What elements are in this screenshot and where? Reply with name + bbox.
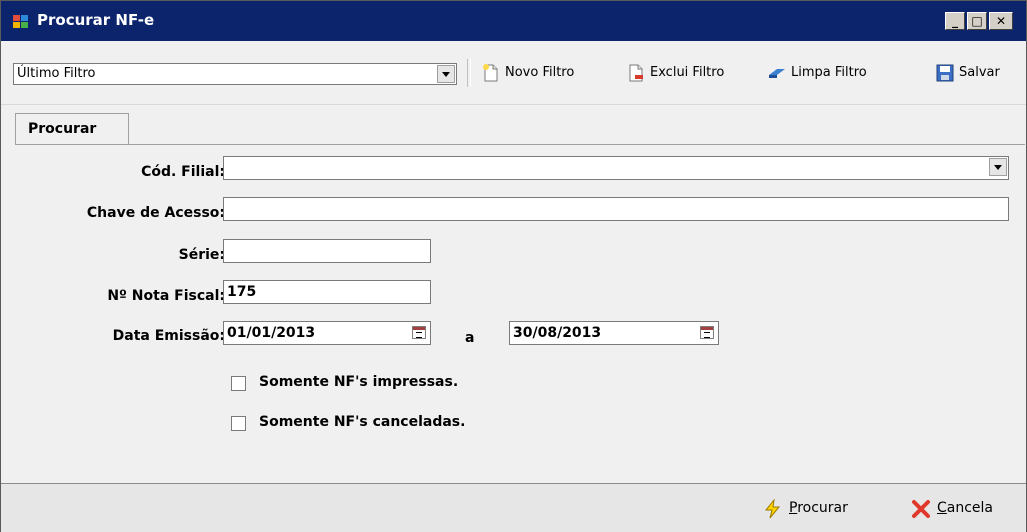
- serie-label: Série:: [178, 247, 225, 263]
- somente-canceladas-label[interactable]: Somente NF's canceladas.: [259, 414, 465, 430]
- somente-impressas-checkbox[interactable]: [231, 376, 246, 391]
- chave-acesso-label: Chave de Acesso:: [86, 205, 225, 221]
- procurar-button[interactable]: Procurar: [763, 498, 863, 520]
- nota-fiscal-input[interactable]: 175: [223, 280, 431, 304]
- dialog-window: Procurar NF-e _ □ ✕ Último Filtro Novo F…: [0, 0, 1027, 532]
- salvar-label: Salvar: [959, 65, 1000, 80]
- data-fim-input[interactable]: 30/08/2013: [509, 321, 719, 345]
- cancela-button[interactable]: Cancela: [911, 498, 1011, 520]
- chave-acesso-input[interactable]: [223, 197, 1009, 221]
- salvar-button[interactable]: Salvar: [935, 63, 1023, 83]
- novo-filtro-button[interactable]: Novo Filtro: [481, 63, 601, 83]
- cod-filial-select[interactable]: [223, 156, 1009, 180]
- new-document-icon: [483, 64, 498, 82]
- tab-procurar-label: Procurar: [28, 121, 97, 137]
- nota-fiscal-label: Nº Nota Fiscal:: [107, 288, 225, 304]
- tab-procurar[interactable]: Procurar: [15, 113, 129, 145]
- data-inicio-input[interactable]: 01/01/2013: [223, 321, 431, 345]
- minimize-button[interactable]: _: [945, 12, 965, 30]
- tab-strip: Procurar: [1, 105, 1026, 145]
- eraser-icon: [769, 69, 785, 78]
- cancel-x-icon: [912, 500, 930, 518]
- somente-impressas-label[interactable]: Somente NF's impressas.: [259, 374, 458, 390]
- delete-document-icon: [629, 64, 643, 82]
- nota-fiscal-value: 175: [227, 284, 257, 300]
- filter-combo-value: Último Filtro: [17, 66, 96, 81]
- procurar-label: Procurar: [789, 500, 848, 516]
- date-range-separator: a: [465, 330, 475, 346]
- somente-canceladas-checkbox[interactable]: [231, 416, 246, 431]
- cancela-label: Cancela: [937, 500, 994, 516]
- window-title: Procurar NF-e: [37, 11, 155, 29]
- calendar-icon[interactable]: [700, 326, 714, 339]
- cod-filial-label: Cód. Filial:: [141, 164, 225, 180]
- data-emissao-label: Data Emissão:: [112, 328, 225, 344]
- toolbar: Último Filtro Novo Filtro Exclui Filtro …: [1, 41, 1026, 105]
- limpa-filtro-label: Limpa Filtro: [791, 65, 867, 80]
- search-form: Cód. Filial: Chave de Acesso: Série: Nº …: [15, 144, 1025, 482]
- novo-filtro-label: Novo Filtro: [505, 65, 575, 80]
- button-bar: Procurar Cancela: [1, 483, 1026, 532]
- calendar-icon[interactable]: [412, 326, 426, 339]
- lightning-icon: [764, 499, 781, 519]
- chevron-down-icon[interactable]: [989, 158, 1007, 176]
- maximize-button[interactable]: □: [967, 12, 987, 30]
- save-icon: [936, 64, 954, 82]
- toolbar-separator: [467, 59, 471, 87]
- exclui-filtro-label: Exclui Filtro: [650, 65, 725, 80]
- close-button[interactable]: ✕: [989, 12, 1013, 30]
- chevron-down-icon[interactable]: [437, 65, 455, 83]
- data-fim-value: 30/08/2013: [513, 325, 602, 341]
- app-icon: [13, 15, 29, 28]
- data-inicio-value: 01/01/2013: [227, 325, 316, 341]
- serie-input[interactable]: [223, 239, 431, 263]
- title-bar: Procurar NF-e _ □ ✕: [1, 1, 1026, 41]
- limpa-filtro-button[interactable]: Limpa Filtro: [767, 63, 892, 83]
- filter-combo[interactable]: Último Filtro: [13, 63, 457, 85]
- exclui-filtro-button[interactable]: Exclui Filtro: [626, 63, 756, 83]
